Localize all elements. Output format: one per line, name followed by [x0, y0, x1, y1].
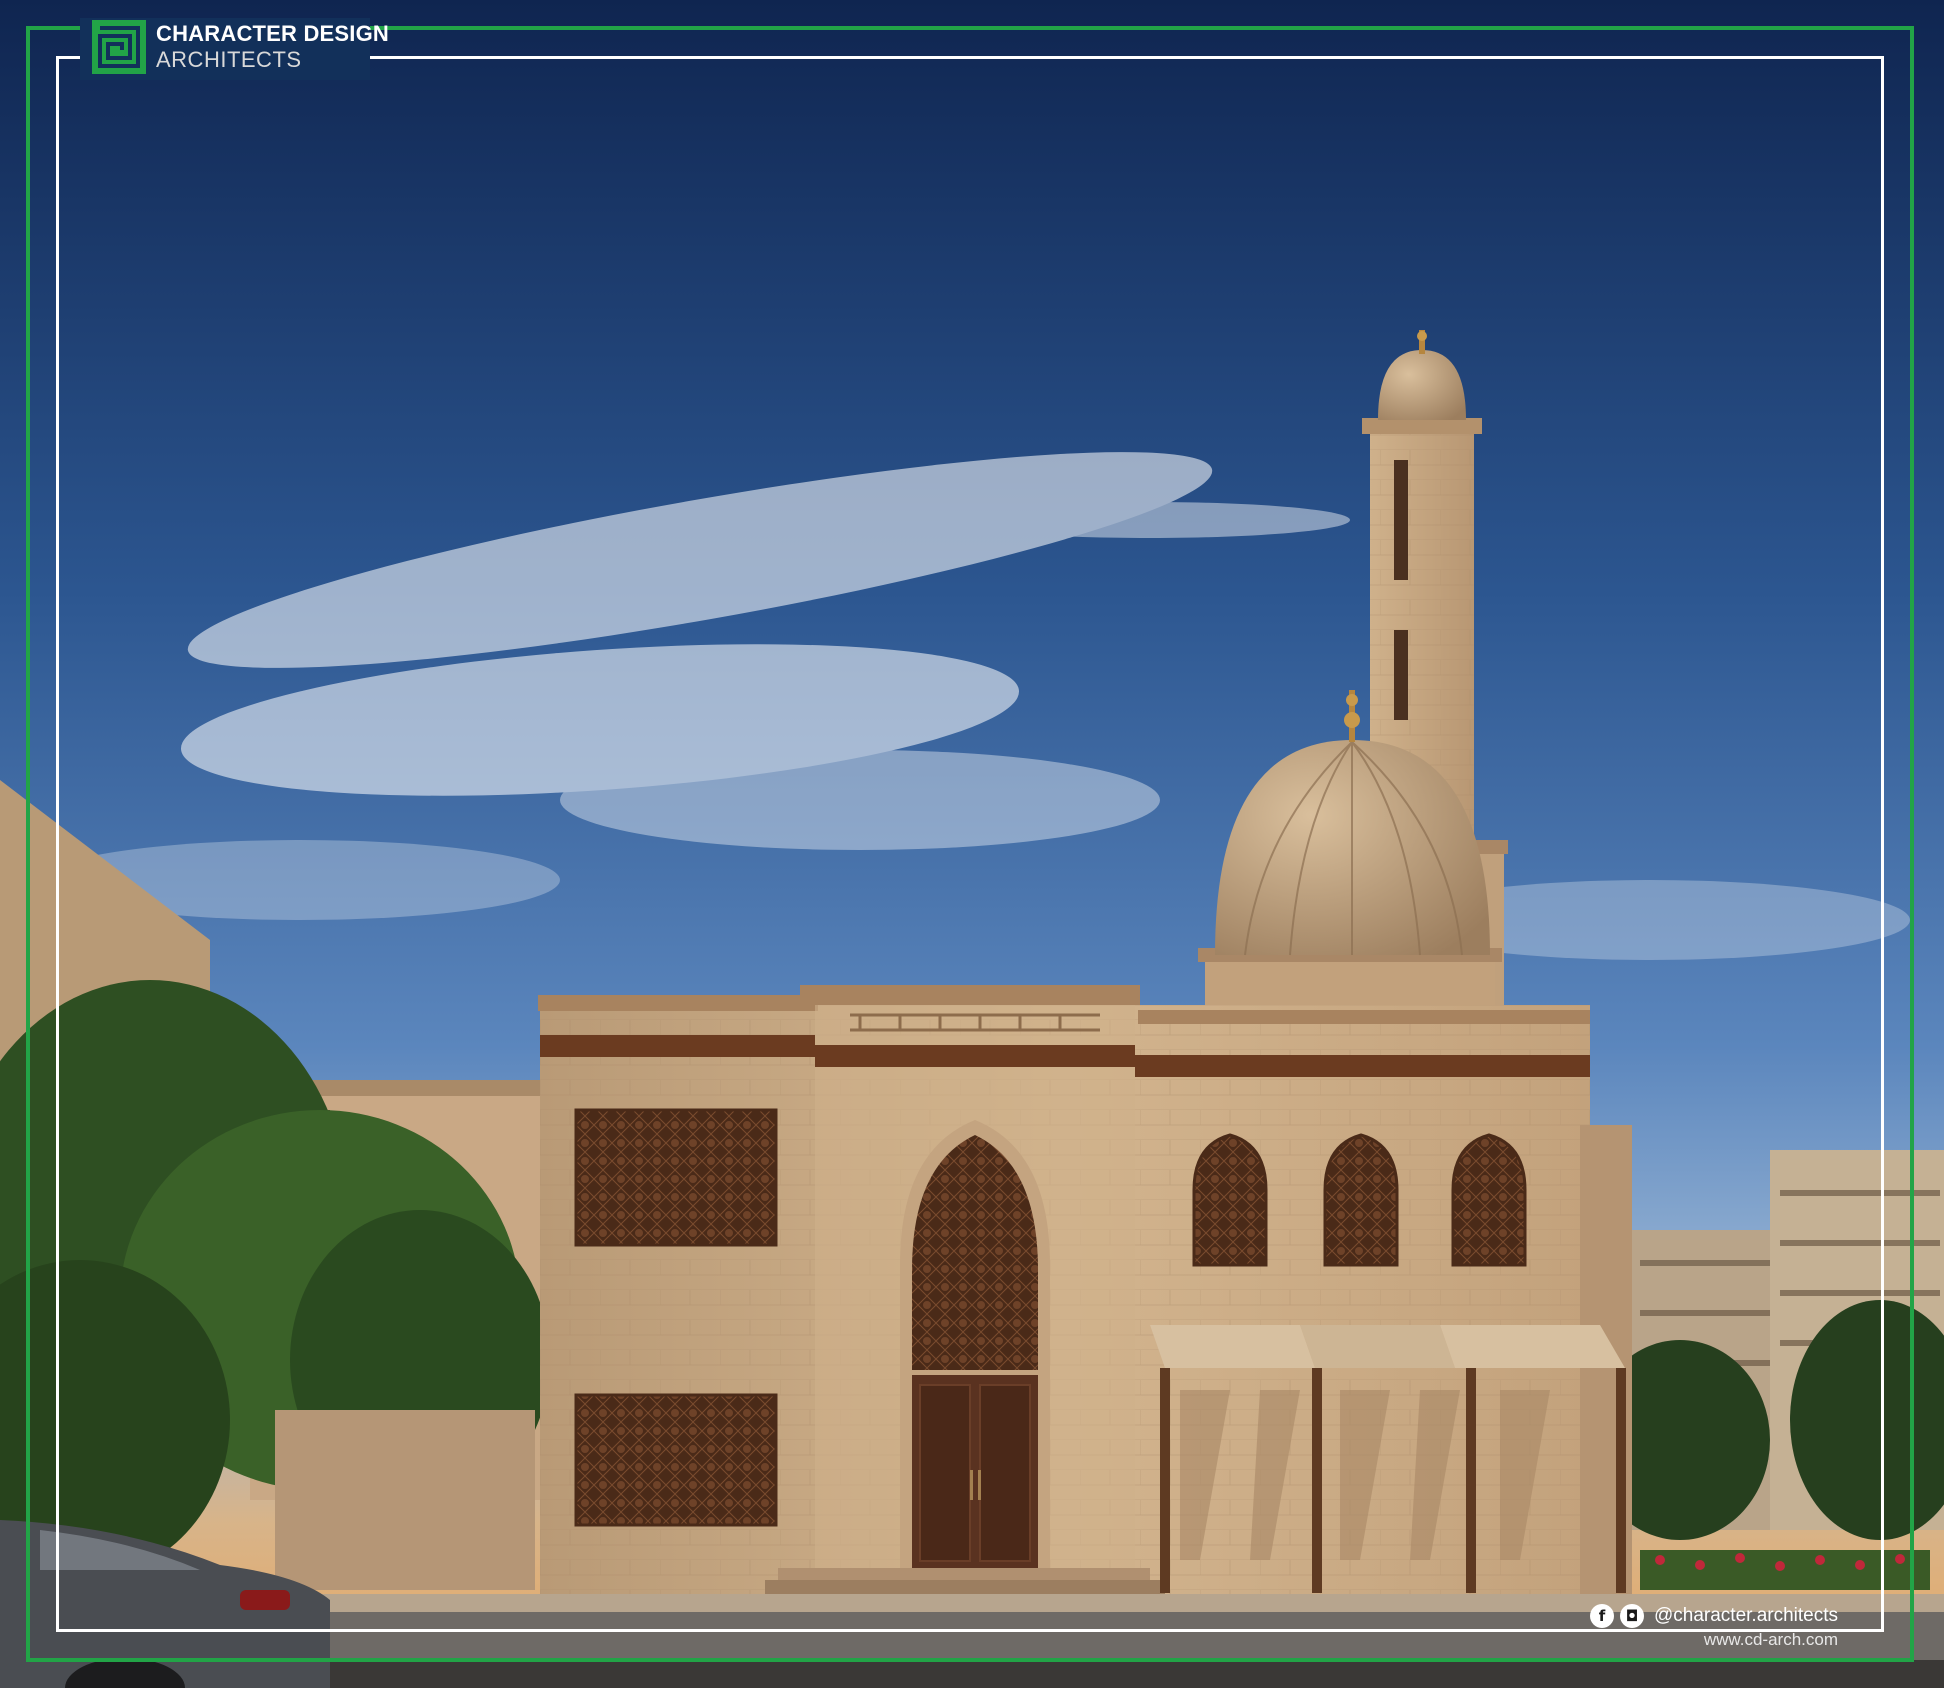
- rendering-canvas: CHARACTER DESIGN ARCHITECTS f ◘ @charact…: [0, 0, 1944, 1688]
- website-url: www.cd-arch.com: [1703, 1630, 1838, 1649]
- social-row: f ◘ @character.architects: [1589, 1604, 1838, 1628]
- brand-mark-icon: [92, 20, 146, 74]
- instagram-icon[interactable]: ◘: [1619, 1604, 1644, 1628]
- mosque-rendering: [0, 0, 1944, 1688]
- facebook-icon[interactable]: f: [1589, 1604, 1614, 1628]
- brand-subtitle: ARCHITECTS: [156, 47, 302, 72]
- brand-name: CHARACTER DESIGN: [156, 21, 389, 46]
- brand-logo: CHARACTER DESIGN ARCHITECTS: [88, 18, 397, 76]
- social-handle: @character.architects: [1653, 1605, 1838, 1626]
- social-footer: f ◘ @character.architects www.cd-arch.co…: [1589, 1604, 1838, 1650]
